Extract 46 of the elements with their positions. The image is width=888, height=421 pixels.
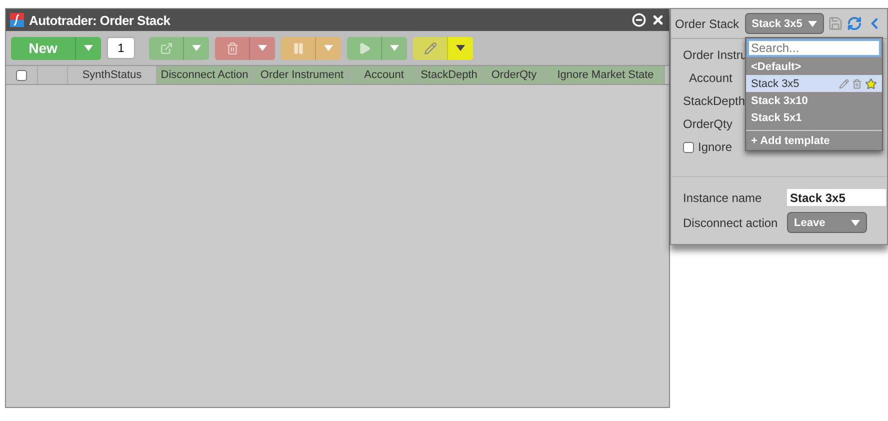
- column-header[interactable]: SynthStatus: [68, 66, 157, 84]
- field-label: StackDepth: [683, 94, 746, 109]
- caret-icon: [851, 220, 860, 226]
- dropdown-button[interactable]: [249, 36, 275, 60]
- ignore-market-state-checkbox[interactable]: [683, 142, 694, 152]
- field-label: Account: [688, 71, 732, 86]
- column-header[interactable]: Account: [352, 66, 417, 84]
- menu-item[interactable]: Stack 3x5: [746, 75, 882, 92]
- pencil-icon[interactable]: [839, 78, 849, 88]
- refresh-icon[interactable]: [847, 16, 862, 31]
- disconnect-action-select[interactable]: Leave: [787, 212, 867, 233]
- new-menu-button[interactable]: [75, 36, 101, 60]
- caret-icon: [456, 45, 465, 51]
- dropdown-button[interactable]: [447, 36, 473, 60]
- field-label: OrderQty: [683, 117, 732, 132]
- save-icon[interactable]: [828, 16, 844, 31]
- select-all-checkbox[interactable]: [16, 70, 27, 80]
- instance-name-field[interactable]: Stack 3x5: [787, 189, 886, 206]
- close-icon[interactable]: [651, 13, 665, 27]
- menu-item[interactable]: <Default>: [746, 58, 882, 75]
- caret-icon: [84, 45, 93, 51]
- column-header[interactable]: Disconnect Action: [157, 66, 253, 84]
- field-label: Order Stack: [675, 16, 740, 30]
- minimize-icon[interactable]: [632, 13, 646, 27]
- caret-icon: [192, 45, 201, 51]
- column-header[interactable]: Order Instrument: [253, 66, 352, 84]
- star-icon[interactable]: [865, 78, 877, 90]
- column-header[interactable]: OrderQty: [482, 66, 547, 84]
- quantity-field[interactable]: 1: [107, 37, 135, 59]
- menu-item[interactable]: Stack 3x10: [746, 92, 882, 109]
- window-title: Autotrader: Order Stack: [29, 12, 172, 28]
- search-field[interactable]: Search...: [747, 39, 881, 57]
- menu-item[interactable]: Stack 5x1: [746, 109, 882, 126]
- caret-icon: [390, 45, 399, 51]
- template-select[interactable]: Stack 3x5: [744, 13, 824, 34]
- column-header[interactable]: Ignore Market State: [547, 66, 665, 84]
- caret-icon: [258, 45, 267, 51]
- field-label: Instance name: [683, 190, 763, 204]
- field-label: Disconnect action: [683, 216, 779, 230]
- caret-icon: [808, 20, 818, 26]
- trash-icon[interactable]: [852, 78, 862, 88]
- column-header[interactable]: StackDepth: [417, 66, 482, 84]
- checkbox-label: Ignore: [698, 140, 732, 154]
- app-logo-icon: [10, 13, 24, 27]
- add-template-link[interactable]: + Add template: [746, 130, 882, 150]
- caret-icon: [324, 45, 333, 51]
